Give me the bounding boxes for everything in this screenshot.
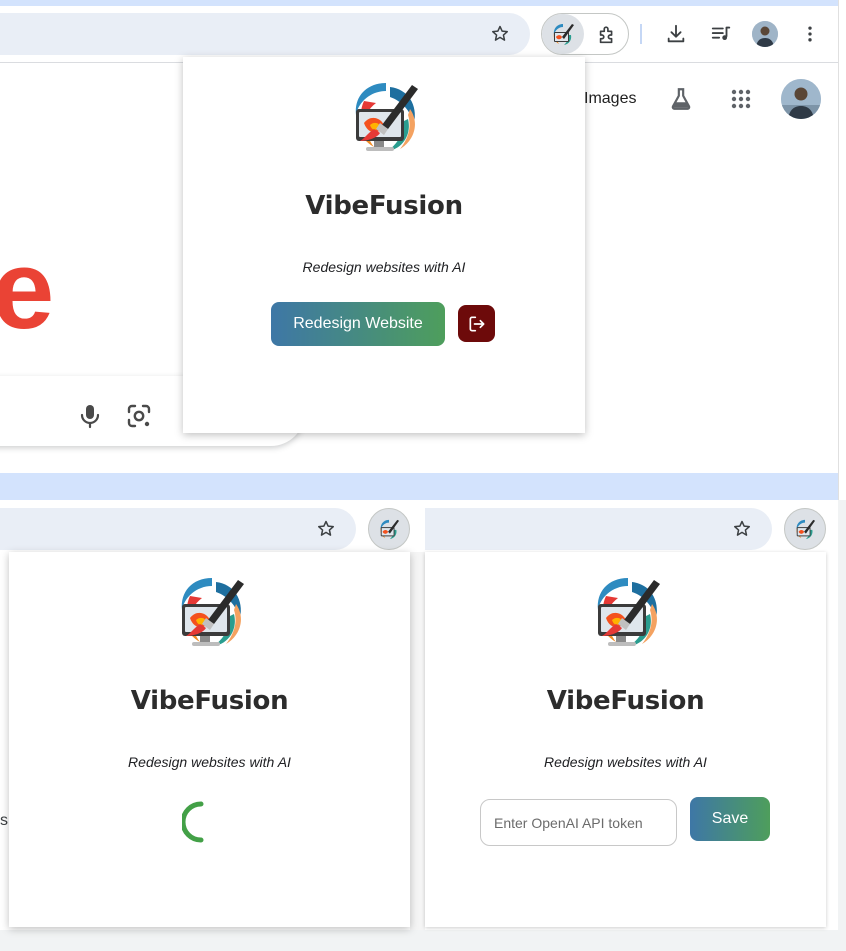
toolbar-divider — [640, 24, 642, 44]
apps-grid-icon[interactable] — [727, 85, 755, 113]
more-vert-icon[interactable] — [797, 21, 823, 47]
page-background — [0, 930, 120, 951]
popup-title: VibeFusion — [305, 191, 463, 221]
vibefusion-logo — [176, 574, 248, 652]
popup-tagline: Redesign websites with AI — [128, 754, 291, 770]
images-link[interactable]: Images — [584, 90, 636, 108]
puzzle-icon[interactable] — [594, 22, 620, 48]
vibefusion-logo — [592, 574, 664, 652]
loading-spinner — [180, 800, 226, 844]
download-icon[interactable] — [663, 21, 689, 47]
page-background — [120, 930, 838, 951]
vibefusion-popup-loading: VibeFusion Redesign websites with AI — [9, 552, 410, 927]
api-token-input[interactable] — [480, 799, 677, 846]
google-logo-letter: e — [0, 227, 55, 352]
extension-vibefusion-icon[interactable] — [368, 508, 410, 550]
save-button[interactable]: Save — [690, 797, 770, 841]
address-bar[interactable] — [0, 508, 356, 550]
redesign-website-button[interactable]: Redesign Website — [271, 302, 445, 346]
star-icon[interactable] — [489, 23, 511, 45]
star-icon[interactable] — [731, 518, 753, 540]
browser-frame-strip — [0, 473, 838, 500]
star-icon[interactable] — [315, 518, 337, 540]
logout-icon — [467, 314, 487, 334]
window-edge — [838, 500, 846, 951]
mic-icon[interactable] — [76, 402, 104, 430]
vibefusion-popup-token: VibeFusion Redesign websites with AI — [425, 552, 826, 927]
avatar[interactable] — [752, 21, 778, 47]
logout-button[interactable] — [458, 305, 495, 342]
address-bar[interactable] — [0, 13, 530, 55]
popup-tagline: Redesign websites with AI — [302, 259, 466, 275]
window-edge — [838, 0, 846, 500]
lens-icon[interactable] — [125, 402, 153, 430]
flask-icon[interactable] — [667, 85, 695, 113]
popup-tagline: Redesign websites with AI — [544, 754, 707, 770]
extension-vibefusion-icon[interactable] — [542, 14, 584, 54]
scrollbar[interactable] — [410, 552, 425, 930]
popup-title: VibeFusion — [130, 686, 289, 716]
media-queue-icon[interactable] — [708, 21, 734, 47]
vibefusion-popup-main: VibeFusion Redesign websites with AI — [183, 57, 585, 433]
address-bar[interactable] — [425, 508, 772, 550]
vibefusion-logo — [350, 79, 422, 157]
extension-vibefusion-icon[interactable] — [784, 508, 826, 550]
avatar[interactable] — [781, 79, 821, 119]
popup-title: VibeFusion — [546, 686, 705, 716]
truncated-text: s — [0, 812, 8, 829]
